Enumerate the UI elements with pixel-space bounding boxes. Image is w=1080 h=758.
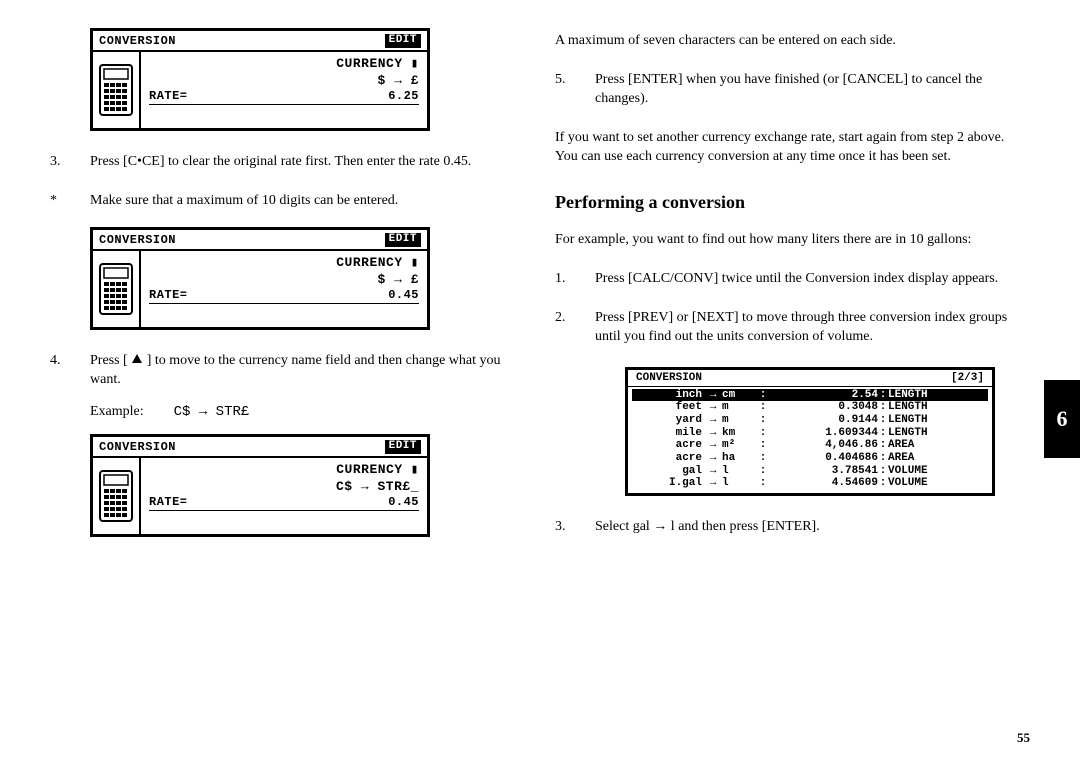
- example-label: Example:: [90, 404, 144, 420]
- conversion-row: I.gal→l:4.54609:VOLUME: [632, 477, 988, 490]
- lcd-screen-1: CONVERSION EDIT CURRENCY ▮ $ → £ RATE= 6.2…: [90, 28, 430, 131]
- index-icon: ▮: [411, 462, 419, 477]
- step-number: 4.: [50, 352, 90, 390]
- rate-value: 0.45: [388, 495, 419, 509]
- step-number: 2.: [555, 309, 595, 347]
- step-number: 1.: [555, 270, 595, 289]
- rate-label: RATE=: [149, 89, 188, 103]
- paragraph: For example, you want to find out how ma…: [555, 231, 1030, 250]
- conversion-row: mile→km:1.609344:LENGTH: [632, 427, 988, 440]
- currency-label: CURRENCY: [336, 255, 402, 270]
- rate-value: 6.25: [388, 89, 419, 103]
- step-text: Press [ ] to move to the currency name f…: [90, 352, 525, 390]
- index-icon: ▮: [411, 255, 419, 270]
- note-marker: *: [50, 192, 90, 211]
- rate-label: RATE=: [149, 495, 188, 509]
- conversion-row: gal→l:3.78541:VOLUME: [632, 465, 988, 478]
- lcd-title: CONVERSION: [99, 233, 176, 247]
- step-text: Press [ENTER] when you have finished (or…: [595, 71, 1030, 109]
- lcd-title: CONVERSION: [99, 440, 176, 454]
- example-line: Example: C$ → STR£: [90, 404, 525, 420]
- conv-page-indicator: [2/3]: [951, 372, 984, 385]
- lcd-title: CONVERSION: [99, 34, 176, 48]
- calculator-icon: [93, 458, 141, 534]
- step-3: 3. Press [C•CE] to clear the original ra…: [50, 153, 525, 172]
- left-column: CONVERSION EDIT CURRENCY ▮ $ → £ RATE= 6.2…: [50, 22, 525, 549]
- rate-label: RATE=: [149, 288, 188, 302]
- step-text: Press [C•CE] to clear the original rate …: [90, 153, 525, 172]
- paragraph: If you want to set another currency exch…: [555, 129, 1030, 167]
- currency-label: CURRENCY: [336, 56, 402, 71]
- note-text: Make sure that a maximum of 10 digits ca…: [90, 192, 525, 211]
- section-heading: Performing a conversion: [555, 192, 1030, 213]
- currency-label: CURRENCY: [336, 462, 402, 477]
- conversion-row: acre→m²:4,046.86:AREA: [632, 439, 988, 452]
- lcd-screen-2: CONVERSION EDIT CURRENCY ▮ $ → £ RATE= 0.4…: [90, 227, 430, 330]
- conv-title: CONVERSION: [636, 372, 702, 385]
- step-number: 5.: [555, 71, 595, 109]
- paragraph: A maximum of seven characters can be ent…: [555, 32, 1030, 51]
- lcd-screen-3: CONVERSION EDIT CURRENCY ▮ C$ → STR£_ RAT…: [90, 434, 430, 537]
- rate-value: 0.45: [388, 288, 419, 302]
- chapter-tab: 6: [1044, 380, 1080, 458]
- step-number: 3.: [555, 518, 595, 537]
- step4-after: ] to move to the currency name field and…: [90, 353, 501, 387]
- calculator-icon: [93, 251, 141, 327]
- right-column: A maximum of seven characters can be ent…: [555, 22, 1030, 549]
- conversion-row: feet→m:0.3048:LENGTH: [632, 401, 988, 414]
- index-icon: ▮: [411, 56, 419, 71]
- example-value: C$ → STR£: [174, 404, 250, 420]
- step-text: Press [PREV] or [NEXT] to move through t…: [595, 309, 1030, 347]
- currency-symbols: $ → £: [377, 73, 419, 88]
- lcd-mode-badge: EDIT: [385, 440, 421, 454]
- page-content: CONVERSION EDIT CURRENCY ▮ $ → £ RATE= 6.2…: [0, 0, 1080, 589]
- step-4: 4. Press [ ] to move to the currency nam…: [50, 352, 525, 390]
- currency-symbols: C$ → STR£_: [336, 479, 419, 494]
- step-number: 3.: [50, 153, 90, 172]
- right-step-3: 3. Select gal → l and then press [ENTER]…: [555, 518, 1030, 537]
- right-step-1: 1. Press [CALC/CONV] twice until the Con…: [555, 270, 1030, 289]
- step-5: 5. Press [ENTER] when you have finished …: [555, 71, 1030, 109]
- step4-before: Press [: [90, 353, 131, 368]
- right-step-2: 2. Press [PREV] or [NEXT] to move throug…: [555, 309, 1030, 347]
- conversion-index-screen: CONVERSION [2/3] inch→cm:2.54:LENGTHfeet…: [625, 367, 995, 496]
- conversion-row: acre→ha:0.404686:AREA: [632, 452, 988, 465]
- step-text: Press [CALC/CONV] twice until the Conver…: [595, 270, 1030, 289]
- conversion-row: yard→m:0.9144:LENGTH: [632, 414, 988, 427]
- lcd-mode-badge: EDIT: [385, 34, 421, 48]
- step-text: Select gal → l and then press [ENTER].: [595, 518, 1030, 537]
- calculator-icon: [93, 52, 141, 128]
- currency-symbols: $ → £: [377, 272, 419, 287]
- page-number: 55: [1017, 730, 1030, 746]
- lcd-mode-badge: EDIT: [385, 233, 421, 247]
- note-asterisk: * Make sure that a maximum of 10 digits …: [50, 192, 525, 211]
- conversion-row: inch→cm:2.54:LENGTH: [632, 389, 988, 402]
- up-triangle-icon: [131, 353, 143, 365]
